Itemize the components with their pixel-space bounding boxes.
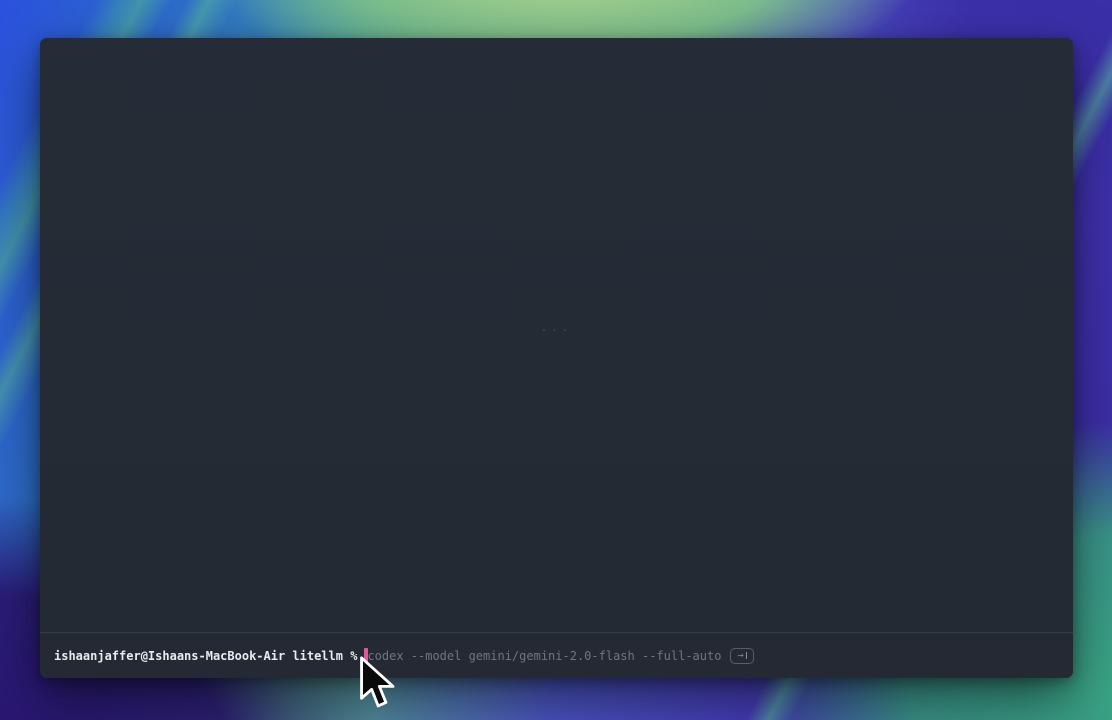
tab-hint-badge[interactable]: → [730,648,754,664]
loading-dots: ··· [541,324,573,337]
terminal-window[interactable]: ··· ishaanjaffer@Ishaans-MacBook-Air lit… [40,38,1073,678]
tab-arrow-icon: → [737,651,743,661]
autosuggestion-text: codex --model gemini/gemini-2.0-flash --… [367,649,721,663]
terminal-scrollback[interactable]: ··· [40,38,1073,632]
shell-prompt: ishaanjaffer@Ishaans-MacBook-Air litellm… [54,649,357,663]
tab-bar-icon [746,652,747,659]
terminal-prompt-row[interactable]: ishaanjaffer@Ishaans-MacBook-Air litellm… [40,633,1073,678]
